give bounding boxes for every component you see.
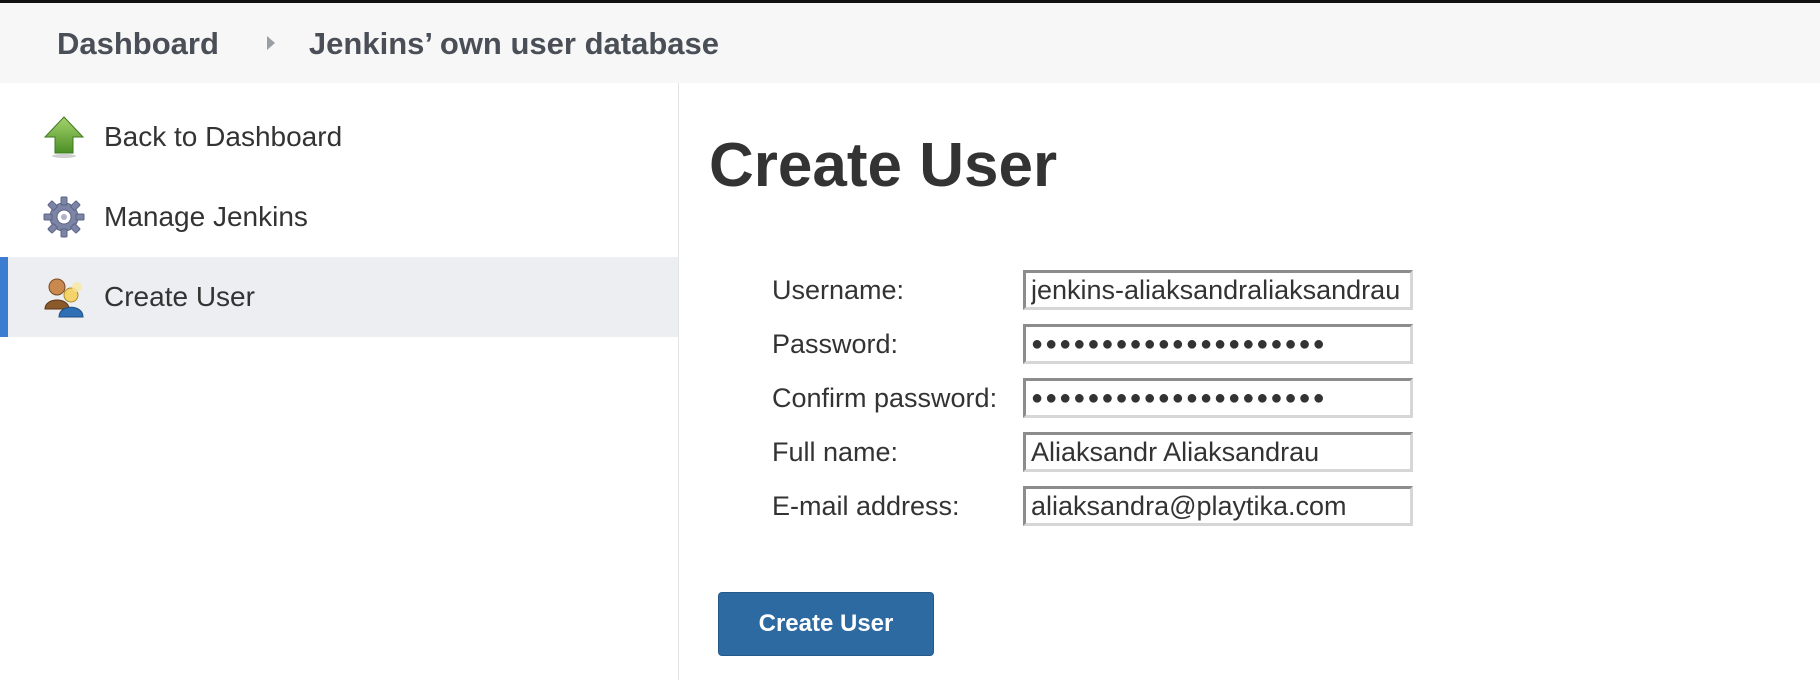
confirm-password-input[interactable] bbox=[1023, 378, 1413, 418]
password-label: Password: bbox=[772, 329, 899, 359]
email-label: E-mail address: bbox=[772, 491, 960, 521]
sidebar: Back to Dashboard Manage Jenkins Create … bbox=[0, 83, 679, 680]
sidebar-item-create-user[interactable]: Create User bbox=[0, 257, 678, 337]
up-arrow-icon bbox=[43, 116, 85, 158]
password-input[interactable] bbox=[1023, 324, 1413, 364]
username-input[interactable] bbox=[1023, 270, 1413, 310]
sidebar-item-label: Back to Dashboard bbox=[104, 121, 343, 152]
gear-icon bbox=[43, 196, 85, 238]
main-content: Create User Username: Password: Confirm … bbox=[679, 83, 1820, 680]
breadcrumb-dashboard[interactable]: Dashboard bbox=[57, 28, 219, 59]
confirm-password-label: Confirm password: bbox=[772, 383, 998, 413]
full-name-input[interactable] bbox=[1023, 432, 1413, 472]
sidebar-item-back-to-dashboard[interactable]: Back to Dashboard bbox=[0, 97, 678, 177]
sidebar-item-manage-jenkins[interactable]: Manage Jenkins bbox=[0, 177, 678, 257]
chevron-right-icon bbox=[266, 36, 275, 50]
username-label: Username: bbox=[772, 275, 905, 305]
users-icon bbox=[44, 278, 84, 318]
sidebar-item-label: Manage Jenkins bbox=[104, 201, 308, 232]
email-input[interactable] bbox=[1023, 486, 1413, 526]
create-user-button[interactable]: Create User bbox=[718, 592, 934, 656]
sidebar-item-label: Create User bbox=[104, 281, 255, 312]
full-name-label: Full name: bbox=[772, 437, 899, 467]
page-title: Create User bbox=[709, 131, 1058, 200]
breadcrumb-user-database[interactable]: Jenkins’ own user database bbox=[309, 28, 719, 59]
breadcrumb: Dashboard Jenkins’ own user database bbox=[0, 3, 1820, 83]
